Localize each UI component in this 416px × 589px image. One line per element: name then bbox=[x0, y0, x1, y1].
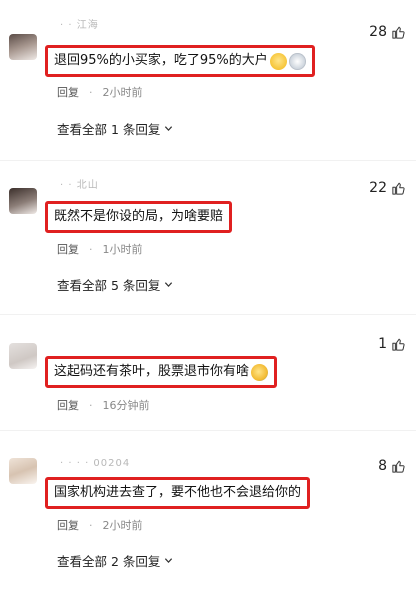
view-replies-label: 查看全部 5 条回复 bbox=[57, 278, 161, 293]
chevron-down-icon bbox=[165, 126, 173, 132]
username[interactable]: · · 北山 bbox=[60, 176, 99, 191]
thumbs-up-icon[interactable] bbox=[391, 25, 406, 40]
view-replies-button[interactable]: 查看全部 5 条回复 bbox=[57, 275, 173, 294]
avatar[interactable] bbox=[9, 34, 37, 60]
thumbs-up-icon[interactable] bbox=[391, 459, 406, 474]
avatar[interactable] bbox=[9, 343, 37, 369]
divider bbox=[0, 430, 416, 431]
smile-emoji-icon bbox=[269, 52, 287, 70]
chevron-down-icon bbox=[165, 558, 173, 564]
comment-text-content: 退回95%的小买家，吃了95%的大户 bbox=[54, 53, 268, 68]
comment-text-content: 这起码还有茶叶，股票退市你有啥 bbox=[54, 364, 250, 379]
comment-text: 退回95%的小买家，吃了95%的大户 bbox=[45, 45, 315, 77]
like-count: 28 bbox=[369, 24, 387, 40]
like-button[interactable]: 22 bbox=[369, 180, 406, 196]
thumbs-up-icon[interactable] bbox=[391, 181, 406, 196]
thumbs-up-icon[interactable] bbox=[391, 337, 406, 352]
comment-meta: 回复 · 16分钟前 bbox=[57, 397, 150, 413]
view-replies-button[interactable]: 查看全部 1 条回复 bbox=[57, 119, 173, 138]
timestamp: 2小时前 bbox=[102, 86, 143, 99]
like-count: 22 bbox=[369, 180, 387, 196]
cry-laugh-emoji-icon bbox=[251, 363, 269, 381]
reply-button[interactable]: 回复 bbox=[57, 517, 79, 533]
comment-meta: 回复 · 2小时前 bbox=[57, 84, 143, 100]
like-count: 1 bbox=[378, 336, 387, 352]
comment-meta: 回复 · 2小时前 bbox=[57, 517, 143, 533]
comment-text-content: 既然不是你设的局，为啥要赔 bbox=[54, 209, 224, 224]
comment-text: 既然不是你设的局，为啥要赔 bbox=[45, 201, 233, 233]
avatar[interactable] bbox=[9, 458, 37, 484]
timestamp: 1小时前 bbox=[102, 243, 143, 256]
separator-dot: · bbox=[89, 398, 93, 412]
cat-emoji-icon bbox=[288, 52, 306, 70]
view-replies-label: 查看全部 2 条回复 bbox=[57, 554, 161, 569]
like-button[interactable]: 28 bbox=[369, 24, 406, 40]
timestamp: 2小时前 bbox=[102, 519, 143, 532]
comment-text: 国家机构进去查了，要不他也不会退给你的 bbox=[45, 477, 311, 509]
like-button[interactable]: 8 bbox=[378, 458, 406, 474]
like-button[interactable]: 1 bbox=[378, 336, 406, 352]
reply-button[interactable]: 回复 bbox=[57, 241, 79, 257]
username[interactable]: · · 江海 bbox=[60, 16, 99, 31]
view-replies-button[interactable]: 查看全部 2 条回复 bbox=[57, 551, 173, 570]
separator-dot: · bbox=[89, 242, 93, 256]
reply-button[interactable]: 回复 bbox=[57, 84, 79, 100]
reply-button[interactable]: 回复 bbox=[57, 397, 79, 413]
comment-text: 这起码还有茶叶，股票退市你有啥 bbox=[45, 356, 278, 388]
divider bbox=[0, 160, 416, 161]
separator-dot: · bbox=[89, 85, 93, 99]
comment-meta: 回复 · 1小时前 bbox=[57, 241, 143, 257]
chevron-down-icon bbox=[165, 282, 173, 288]
timestamp: 16分钟前 bbox=[102, 399, 150, 412]
comment-text-content: 国家机构进去查了，要不他也不会退给你的 bbox=[54, 485, 302, 500]
avatar[interactable] bbox=[9, 188, 37, 214]
separator-dot: · bbox=[89, 518, 93, 532]
view-replies-label: 查看全部 1 条回复 bbox=[57, 122, 161, 137]
like-count: 8 bbox=[378, 458, 387, 474]
username[interactable]: · · · · 00204 bbox=[60, 458, 130, 469]
divider bbox=[0, 314, 416, 315]
